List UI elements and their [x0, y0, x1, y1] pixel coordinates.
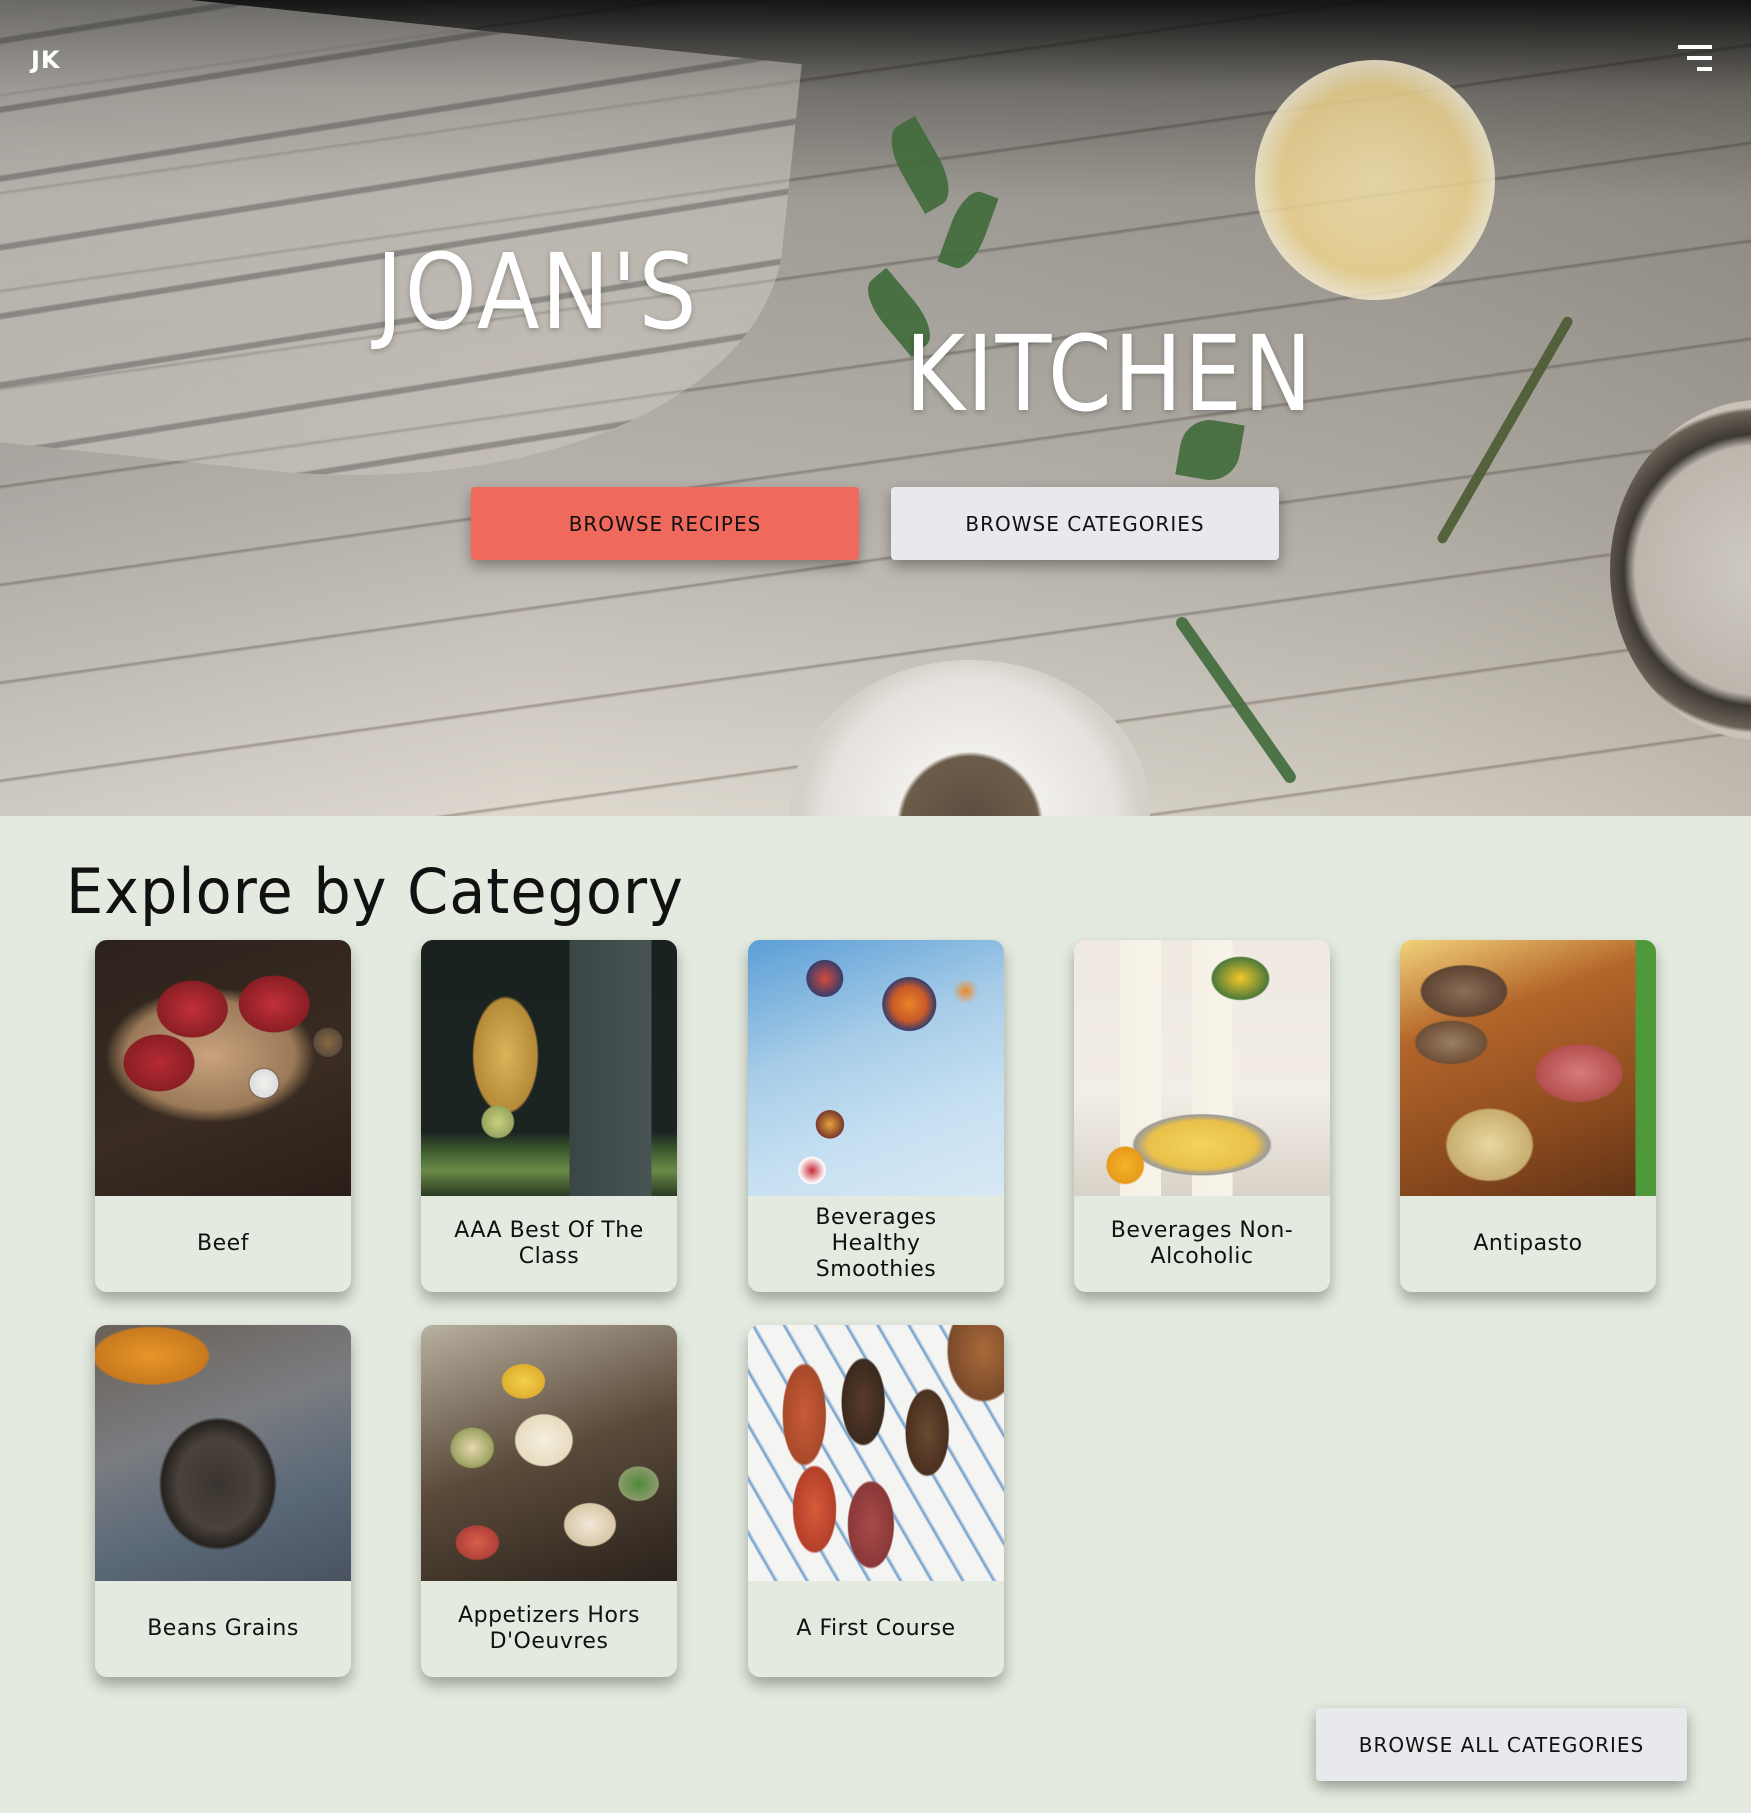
- category-card-antipasto[interactable]: Antipasto: [1400, 940, 1656, 1292]
- hero-title-line-1: JOAN'S: [376, 231, 699, 353]
- hero-pot-decoration: [1610, 400, 1751, 740]
- hamburger-menu-icon[interactable]: [1672, 40, 1716, 76]
- category-image: [1074, 940, 1330, 1196]
- category-image: [748, 940, 1004, 1196]
- thyme-sprig: [1435, 314, 1575, 546]
- herb-leaf: [880, 116, 960, 214]
- browse-recipes-button[interactable]: BROWSE RECIPES: [471, 487, 859, 560]
- category-image: [748, 1325, 1004, 1581]
- hero-bowl-decoration: [790, 660, 1150, 816]
- hero-section: JK JOAN'S KITCHEN BROWSE RECIPES BROWSE …: [0, 0, 1751, 816]
- category-label: Appetizers Hors D'Oeuvres: [458, 1603, 640, 1654]
- category-card-beverages-healthy-smoothies[interactable]: Beverages Healthy Smoothies: [748, 940, 1004, 1292]
- category-label: Antipasto: [1473, 1231, 1583, 1256]
- category-card-aaa-best-of-the-class[interactable]: AAA Best Of The Class: [421, 940, 677, 1292]
- browse-all-categories-button[interactable]: BROWSE ALL CATEGORIES: [1316, 1708, 1687, 1781]
- hero-title-line-2: KITCHEN: [905, 313, 1314, 435]
- category-card-beans-grains[interactable]: Beans Grains: [95, 1325, 351, 1677]
- category-card-beef[interactable]: Beef: [95, 940, 351, 1292]
- menu-line: [1678, 45, 1712, 49]
- category-card-beverages-non-alcoholic[interactable]: Beverages Non-Alcoholic: [1074, 940, 1330, 1292]
- category-card-appetizers-hors-doeuvres[interactable]: Appetizers Hors D'Oeuvres: [421, 1325, 677, 1677]
- category-image: [95, 940, 351, 1196]
- browse-categories-button[interactable]: BROWSE CATEGORIES: [891, 487, 1279, 560]
- section-title: Explore by Category: [66, 855, 684, 928]
- category-image: [95, 1325, 351, 1581]
- category-label: A First Course: [796, 1616, 956, 1641]
- category-label: Beans Grains: [147, 1616, 299, 1641]
- hero-lemon-decoration: [1255, 60, 1495, 300]
- category-card-a-first-course[interactable]: A First Course: [748, 1325, 1004, 1677]
- category-label: AAA Best Of The Class: [454, 1218, 644, 1269]
- herb-stem: [1173, 614, 1299, 786]
- category-label: Beverages Healthy Smoothies: [815, 1205, 937, 1282]
- category-image: [1400, 940, 1656, 1196]
- menu-line: [1697, 67, 1712, 71]
- site-logo[interactable]: JK: [31, 46, 61, 74]
- category-image: [421, 1325, 677, 1581]
- category-label: Beverages Non-Alcoholic: [1110, 1218, 1294, 1269]
- category-label: Beef: [197, 1231, 249, 1256]
- menu-line: [1687, 56, 1712, 60]
- category-image: [421, 940, 677, 1196]
